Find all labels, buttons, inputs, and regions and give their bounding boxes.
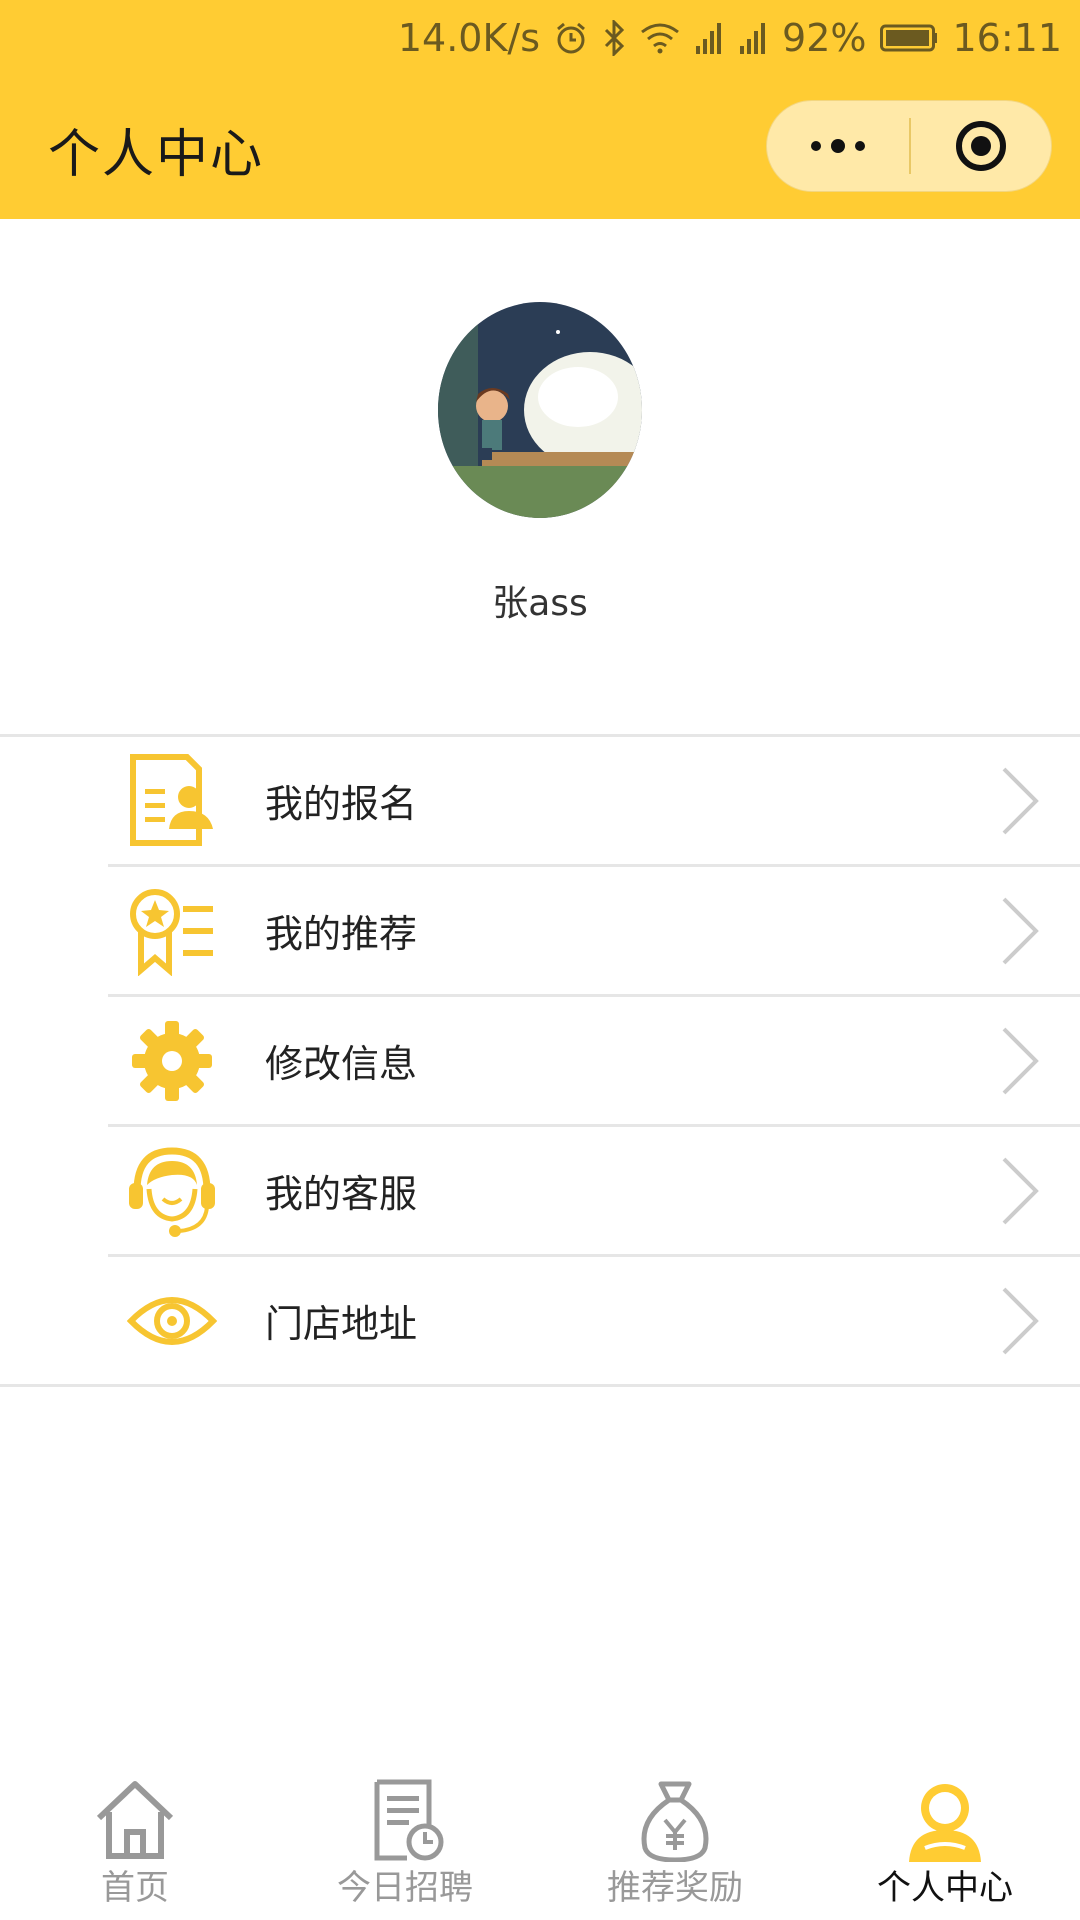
mini-program-capsule [766,100,1052,192]
menu-item-label: 我的报名 [265,782,418,826]
tab-label: 推荐奖励 [607,1868,743,1908]
avatar[interactable] [438,302,642,518]
chevron-right-icon [1002,897,1039,965]
signal-icon [738,22,768,54]
menu-item-label: 我的推荐 [265,912,418,956]
battery-icon [880,23,938,53]
customer-service-icon [122,1141,222,1241]
target-close-icon[interactable] [911,101,1051,191]
document-clock-icon [374,1779,444,1861]
username: 张ass [492,583,588,624]
menu-item-edit-info[interactable]: 修改信息 [108,994,1080,1124]
tab-today-jobs[interactable]: 今日招聘 [270,1768,540,1920]
bluetooth-icon [602,20,626,56]
tab-label: 今日招聘 [337,1868,473,1908]
top-bar: 14.0K/s 92% 16:11 个人中心 [0,0,1080,219]
tab-label: 个人中心 [877,1868,1013,1908]
menu-item-label: 修改信息 [265,1042,418,1086]
menu-item-store-address[interactable]: 门店地址 [108,1254,1080,1384]
page-title: 个人中心 [48,125,265,185]
chevron-right-icon [1002,1287,1039,1355]
tab-referral-rewards[interactable]: 推荐奖励 [540,1768,810,1920]
gear-icon [122,1011,222,1111]
profile-section: 张ass [0,219,1080,734]
user-icon [909,1784,981,1862]
home-icon [96,1781,174,1859]
eye-icon [122,1271,222,1371]
chevron-right-icon [1002,1027,1039,1095]
tab-label: 首页 [101,1868,169,1908]
status-bar: 14.0K/s 92% 16:11 [398,12,1062,64]
menu-item-my-recommend[interactable]: 我的推荐 [108,864,1080,994]
alarm-icon [554,21,588,55]
resume-icon [122,751,222,851]
menu-list: 我的报名 我的推荐 修改信息 我的客服 门店地址 [0,734,1080,1387]
battery-percent: 92% [782,16,867,60]
award-list-icon [122,881,222,981]
menu-item-my-signup[interactable]: 我的报名 [0,737,1080,864]
wifi-icon [640,22,680,54]
clock-time: 16:11 [952,16,1062,60]
menu-item-customer-service[interactable]: 我的客服 [108,1124,1080,1254]
tab-personal-center[interactable]: 个人中心 [810,1768,1080,1920]
menu-item-label: 我的客服 [265,1172,418,1216]
tab-home[interactable]: 首页 [0,1768,270,1920]
menu-item-label: 门店地址 [265,1302,418,1346]
chevron-right-icon [1002,767,1039,835]
signal-icon [694,22,724,54]
tab-bar: 首页 今日招聘 推荐奖励 个人中心 [0,1768,1080,1920]
network-speed: 14.0K/s [397,16,541,60]
more-dots-icon[interactable] [767,101,909,191]
chevron-right-icon [1002,1157,1039,1225]
money-bag-icon [641,1781,709,1862]
